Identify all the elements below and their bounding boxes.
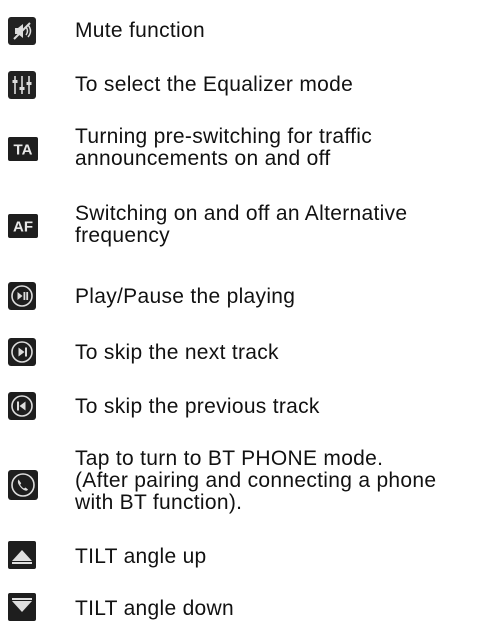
list-item-next: To skip the next track xyxy=(0,336,488,370)
list-item-tilt-up: TILT angle up xyxy=(0,538,488,572)
ta-label: Turning pre-switching for traffic announ… xyxy=(75,125,373,170)
bt-phone-label: Tap to turn to BT PHONE mode. (After pai… xyxy=(75,447,437,514)
tilt-down-icon xyxy=(8,593,36,621)
list-item-af: AF Switching on and off an Alternative f… xyxy=(0,199,488,249)
tilt-up-icon xyxy=(8,541,36,569)
phone-icon xyxy=(8,470,38,500)
next-track-label: To skip the next track xyxy=(75,341,279,364)
list-item-tilt-down: TILT angle down xyxy=(0,590,488,624)
af-icon-text: AF xyxy=(13,219,33,236)
play-pause-label: Play/Pause the playing xyxy=(75,285,296,308)
ta-icon-text: TA xyxy=(14,142,33,159)
tilt-down-label: TILT angle down xyxy=(75,597,234,620)
list-item-previous: To skip the previous track xyxy=(0,390,488,424)
mute-label: Mute function xyxy=(75,19,205,42)
equalizer-label: To select the Equalizer mode xyxy=(75,73,354,96)
mute-icon xyxy=(8,17,36,45)
list-item-ta: TA Turning pre-switching for traffic ann… xyxy=(0,122,488,172)
list-item-equalizer: To select the Equalizer mode xyxy=(0,70,488,100)
list-item-play-pause: Play/Pause the playing xyxy=(0,280,488,314)
previous-track-icon xyxy=(8,392,36,420)
next-track-icon xyxy=(8,338,36,366)
list-item-mute: Mute function xyxy=(0,16,488,46)
list-item-bt-phone: Tap to turn to BT PHONE mode. (After pai… xyxy=(0,444,488,516)
previous-track-label: To skip the previous track xyxy=(75,395,320,418)
af-label: Switching on and off an Alternative freq… xyxy=(75,202,408,247)
af-icon: AF xyxy=(8,214,38,238)
ta-icon: TA xyxy=(8,137,38,161)
equalizer-icon xyxy=(8,71,36,99)
tilt-up-label: TILT angle up xyxy=(75,545,207,568)
play-pause-icon xyxy=(8,282,36,310)
